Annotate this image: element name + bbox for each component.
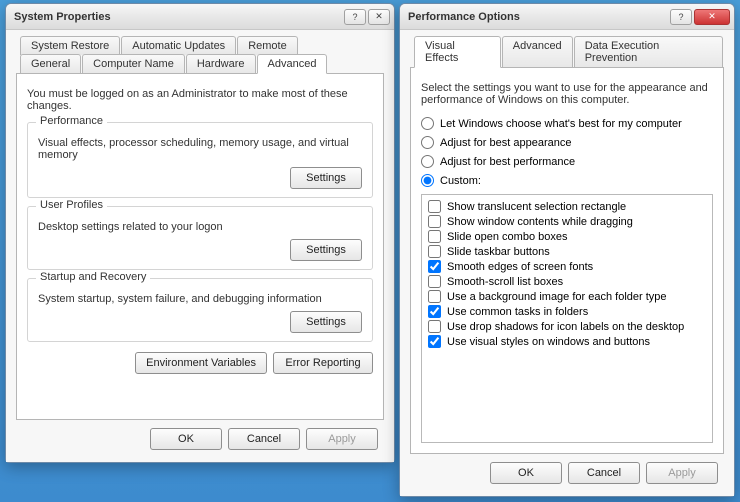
environment-variables-button[interactable]: Environment Variables xyxy=(135,352,267,374)
apply-button[interactable]: Apply xyxy=(306,428,378,450)
window-body: System Restore Automatic Updates Remote … xyxy=(6,30,394,462)
tab-row-1: System Restore Automatic Updates Remote xyxy=(16,36,384,55)
effect-check-row[interactable]: Use common tasks in folders xyxy=(428,304,706,319)
effect-checkbox[interactable] xyxy=(428,320,441,333)
window-controls: ? ✕ xyxy=(670,9,730,25)
effect-check-row[interactable]: Show window contents while dragging xyxy=(428,214,706,229)
tab-visual-effects[interactable]: Visual Effects xyxy=(414,36,501,68)
effect-label: Show window contents while dragging xyxy=(447,216,633,228)
tab-advanced[interactable]: Advanced xyxy=(502,36,573,68)
help-button[interactable]: ? xyxy=(670,9,692,25)
effect-check-row[interactable]: Slide taskbar buttons xyxy=(428,244,706,259)
effect-label: Smooth-scroll list boxes xyxy=(447,276,563,288)
tab-row-2: General Computer Name Hardware Advanced xyxy=(16,54,384,74)
cancel-button[interactable]: Cancel xyxy=(228,428,300,450)
radio-input[interactable] xyxy=(421,117,434,130)
effect-checkbox[interactable] xyxy=(428,245,441,258)
tab-dep[interactable]: Data Execution Prevention xyxy=(574,36,723,68)
effect-check-row[interactable]: Use a background image for each folder t… xyxy=(428,289,706,304)
effect-check-row[interactable]: Smooth edges of screen fonts xyxy=(428,259,706,274)
effect-label: Smooth edges of screen fonts xyxy=(447,261,593,273)
effects-checklist[interactable]: Show translucent selection rectangle Show… xyxy=(421,194,713,443)
radio-custom[interactable]: Custom: xyxy=(421,174,713,187)
tab-automatic-updates[interactable]: Automatic Updates xyxy=(121,36,236,55)
group-legend: User Profiles xyxy=(36,199,107,211)
ok-button[interactable]: OK xyxy=(490,462,562,484)
close-button[interactable]: ✕ xyxy=(694,9,730,25)
radio-input[interactable] xyxy=(421,174,434,187)
group-desc: Desktop settings related to your logon xyxy=(38,221,362,233)
window-title: System Properties xyxy=(14,11,344,23)
radio-best-performance[interactable]: Adjust for best performance xyxy=(421,155,713,168)
radio-label: Let Windows choose what's best for my co… xyxy=(440,118,682,130)
effect-label: Use drop shadows for icon labels on the … xyxy=(447,321,684,333)
radio-label: Adjust for best appearance xyxy=(440,137,571,149)
effect-checkbox[interactable] xyxy=(428,290,441,303)
effect-check-row[interactable]: Use drop shadows for icon labels on the … xyxy=(428,319,706,334)
performance-settings-button[interactable]: Settings xyxy=(290,167,362,189)
group-user-profiles: User Profiles Desktop settings related t… xyxy=(27,206,373,270)
radio-label: Custom: xyxy=(440,175,481,187)
effect-check-row[interactable]: Use visual styles on windows and buttons xyxy=(428,334,706,349)
system-properties-window: System Properties ? ✕ System Restore Aut… xyxy=(5,3,395,463)
titlebar[interactable]: System Properties ? ✕ xyxy=(6,4,394,30)
dialog-buttons: OK Cancel Apply xyxy=(410,454,724,488)
effect-checkbox[interactable] xyxy=(428,215,441,228)
tab-general[interactable]: General xyxy=(20,54,81,74)
effect-checkbox[interactable] xyxy=(428,275,441,288)
effect-label: Slide open combo boxes xyxy=(447,231,567,243)
effect-label: Use common tasks in folders xyxy=(447,306,588,318)
tab-remote[interactable]: Remote xyxy=(237,36,298,55)
effect-check-row[interactable]: Smooth-scroll list boxes xyxy=(428,274,706,289)
tab-computer-name[interactable]: Computer Name xyxy=(82,54,185,74)
close-button[interactable]: ✕ xyxy=(368,9,390,25)
effect-check-row[interactable]: Slide open combo boxes xyxy=(428,229,706,244)
tab-row: Visual Effects Advanced Data Execution P… xyxy=(410,36,724,68)
group-startup-recovery: Startup and Recovery System startup, sys… xyxy=(27,278,373,342)
tab-advanced[interactable]: Advanced xyxy=(257,54,328,74)
effect-checkbox[interactable] xyxy=(428,230,441,243)
tab-panel-advanced: You must be logged on as an Administrato… xyxy=(16,73,384,420)
titlebar[interactable]: Performance Options ? ✕ xyxy=(400,4,734,30)
radio-input[interactable] xyxy=(421,136,434,149)
user-profiles-settings-button[interactable]: Settings xyxy=(290,239,362,261)
radio-best-appearance[interactable]: Adjust for best appearance xyxy=(421,136,713,149)
ok-button[interactable]: OK xyxy=(150,428,222,450)
tab-system-restore[interactable]: System Restore xyxy=(20,36,120,55)
effect-check-row[interactable]: Show translucent selection rectangle xyxy=(428,199,706,214)
radio-input[interactable] xyxy=(421,155,434,168)
effect-checkbox[interactable] xyxy=(428,200,441,213)
help-button[interactable]: ? xyxy=(344,9,366,25)
effect-label: Show translucent selection rectangle xyxy=(447,201,626,213)
radio-label: Adjust for best performance xyxy=(440,156,575,168)
window-title: Performance Options xyxy=(408,11,670,23)
group-desc: System startup, system failure, and debu… xyxy=(38,293,362,305)
group-legend: Startup and Recovery xyxy=(36,271,150,283)
effect-label: Use visual styles on windows and buttons xyxy=(447,336,650,348)
dialog-buttons: OK Cancel Apply xyxy=(16,420,384,454)
group-performance: Performance Visual effects, processor sc… xyxy=(27,122,373,198)
effect-label: Use a background image for each folder t… xyxy=(447,291,667,303)
effect-checkbox[interactable] xyxy=(428,260,441,273)
effect-checkbox[interactable] xyxy=(428,305,441,318)
apply-button[interactable]: Apply xyxy=(646,462,718,484)
admin-note: You must be logged on as an Administrato… xyxy=(27,88,373,112)
intro-text: Select the settings you want to use for … xyxy=(421,82,713,106)
group-desc: Visual effects, processor scheduling, me… xyxy=(38,137,362,161)
error-reporting-button[interactable]: Error Reporting xyxy=(273,352,373,374)
tab-panel-visual-effects: Select the settings you want to use for … xyxy=(410,67,724,454)
window-controls: ? ✕ xyxy=(344,9,390,25)
startup-settings-button[interactable]: Settings xyxy=(290,311,362,333)
radio-let-windows-choose[interactable]: Let Windows choose what's best for my co… xyxy=(421,117,713,130)
group-legend: Performance xyxy=(36,115,107,127)
effect-checkbox[interactable] xyxy=(428,335,441,348)
tab-hardware[interactable]: Hardware xyxy=(186,54,256,74)
effect-label: Slide taskbar buttons xyxy=(447,246,550,258)
cancel-button[interactable]: Cancel xyxy=(568,462,640,484)
performance-options-window: Performance Options ? ✕ Visual Effects A… xyxy=(399,3,735,497)
window-body: Visual Effects Advanced Data Execution P… xyxy=(400,30,734,496)
